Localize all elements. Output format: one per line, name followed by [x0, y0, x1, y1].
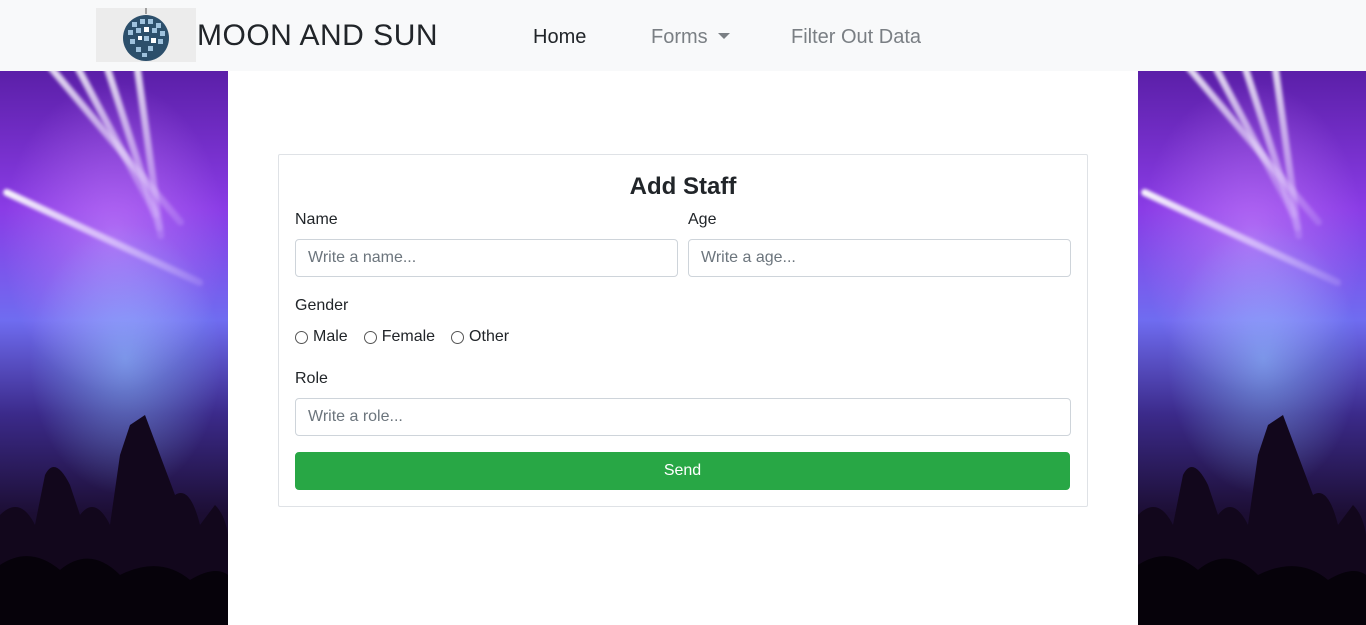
main-content: Add Staff Name Age Gender Male Female Ot…: [228, 71, 1138, 625]
nav-link-filter-out-data[interactable]: Filter Out Data: [791, 24, 921, 50]
gender-radio-group: Male Female Other: [295, 328, 525, 346]
concert-background-right: [1138, 71, 1366, 625]
name-label: Name: [295, 211, 338, 228]
role-label: Role: [295, 370, 328, 387]
nav-link-forms-dropdown[interactable]: Forms: [651, 24, 730, 50]
radio-button[interactable]: [295, 330, 308, 344]
crowd-silhouette: [1138, 415, 1366, 625]
radio-label: Female: [381, 328, 436, 345]
radio-label: Other: [469, 328, 510, 345]
nav-link-forms-label: Forms: [651, 26, 708, 48]
radio-button[interactable]: [451, 330, 465, 344]
gender-option-male[interactable]: Male: [295, 328, 348, 346]
send-button[interactable]: Send: [295, 452, 1070, 490]
gender-label: Gender: [295, 297, 349, 314]
brand-logo[interactable]: [96, 8, 196, 62]
radio-label: Male: [313, 328, 348, 345]
navbar: MOON AND SUN Home Forms Filter Out Data: [0, 0, 1366, 71]
add-staff-form: Add Staff Name Age Gender Male Female Ot…: [278, 154, 1088, 507]
name-input[interactable]: [295, 239, 678, 277]
brand-name[interactable]: MOON AND SUN: [197, 18, 438, 54]
gender-option-other[interactable]: Other: [451, 328, 509, 346]
age-label: Age: [688, 211, 717, 228]
crowd-silhouette: [0, 415, 228, 625]
age-input[interactable]: [688, 239, 1071, 277]
caret-down-icon: [717, 33, 730, 39]
radio-button[interactable]: [363, 330, 377, 344]
role-input[interactable]: [295, 398, 1071, 436]
nav-link-home[interactable]: Home: [533, 24, 586, 50]
concert-background-left: [0, 71, 228, 625]
form-title: Add Staff: [629, 173, 737, 200]
disco-ball-icon: [123, 8, 169, 61]
gender-option-female[interactable]: Female: [363, 328, 436, 346]
